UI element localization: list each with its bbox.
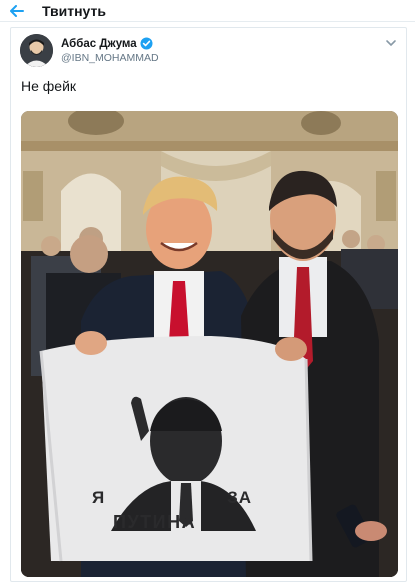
- author-name-row: Аббас Джума: [61, 37, 153, 50]
- chevron-down-icon[interactable]: [384, 36, 398, 48]
- sweater-text-line2: ПУТИНА: [113, 512, 197, 532]
- sweater-text-za: ЗА: [227, 488, 252, 507]
- tweet-text: Не фейк: [21, 78, 77, 94]
- page-title: Твитнуть: [42, 2, 106, 19]
- author-handle[interactable]: @IBN_MOHAMMAD: [61, 52, 159, 64]
- verified-badge-icon: [140, 37, 153, 50]
- top-bar: Твитнуть: [0, 0, 415, 22]
- back-arrow-icon[interactable]: [0, 0, 34, 22]
- author-display-name[interactable]: Аббас Джума: [61, 38, 137, 50]
- sweater-text-ya: Я: [92, 488, 106, 507]
- avatar[interactable]: [20, 34, 53, 67]
- sweater-text-line1: Я ЗА: [92, 488, 252, 508]
